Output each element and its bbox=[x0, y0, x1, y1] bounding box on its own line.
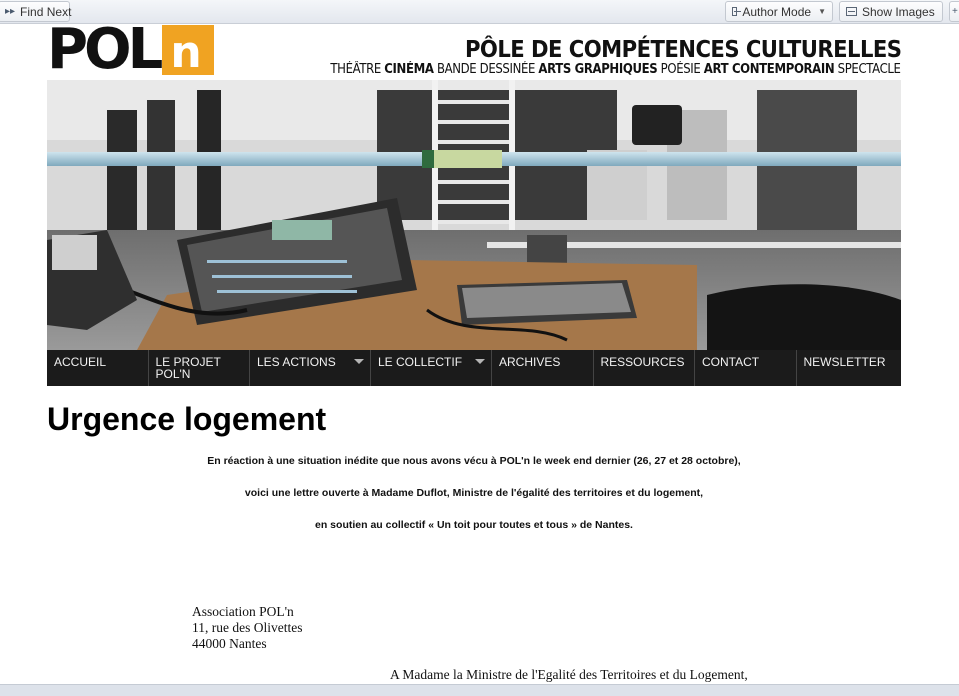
image-icon bbox=[846, 7, 857, 16]
chevron-down-icon: ▼ bbox=[818, 7, 826, 16]
discipline-item: ART CONTEMPORAIN bbox=[704, 62, 835, 77]
nav-item-le-projet[interactable]: LE PROJET POL'N bbox=[149, 350, 250, 386]
discipline-item: THÉÂTRE bbox=[330, 62, 382, 77]
plus-icon: + bbox=[952, 5, 958, 17]
nav-item-label: NEWSLETTER bbox=[803, 355, 886, 369]
nav-item-newsletter[interactable]: NEWSLETTER bbox=[797, 350, 899, 386]
author-mode-button[interactable]: Author Mode ▼ bbox=[725, 1, 833, 22]
site-logo[interactable]: POL n bbox=[47, 17, 215, 82]
main-nav: ACCUEIL LE PROJET POL'N LES ACTIONS LE C… bbox=[47, 350, 901, 386]
discipline-item: ARTS GRAPHIQUES bbox=[538, 62, 658, 77]
nav-item-label: ACCUEIL bbox=[54, 355, 107, 369]
nav-item-contact[interactable]: CONTACT bbox=[695, 350, 797, 386]
nav-item-ressources[interactable]: RESSOURCES bbox=[594, 350, 695, 386]
nav-item-label: LES ACTIONS bbox=[257, 355, 336, 369]
letter-recipient: A Madame la Ministre de l'Egalité des Te… bbox=[390, 667, 748, 682]
page-title: Urgence logement bbox=[47, 401, 327, 437]
intro-line: en soutien au collectif « Un toit pour t… bbox=[315, 519, 633, 531]
site-tagline: PÔLE DE COMPÉTENCES CULTURELLES bbox=[464, 37, 901, 63]
find-next-icon: ▸▸ bbox=[5, 5, 16, 17]
discipline-item: BANDE DESSINÉE bbox=[437, 62, 536, 77]
chevron-down-icon bbox=[354, 359, 364, 364]
author-mode-icon bbox=[732, 7, 742, 16]
logo-accent-letter: n bbox=[170, 27, 202, 78]
disciplines-line: THÉÂTRE CINÉMA BANDE DESSINÉE ARTS GRAPH… bbox=[330, 62, 902, 77]
discipline-item: POÉSIE bbox=[661, 62, 701, 77]
intro-line: voici une lettre ouverte à Madame Duflot… bbox=[244, 487, 704, 499]
show-images-button[interactable]: Show Images bbox=[839, 1, 943, 22]
nav-item-label: LE PROJET POL'N bbox=[155, 355, 221, 381]
nav-item-accueil[interactable]: ACCUEIL bbox=[47, 350, 149, 386]
discipline-item: SPECTACLE bbox=[838, 62, 901, 77]
sender-address-line: 44000 Nantes bbox=[192, 636, 267, 651]
nav-item-label: RESSOURCES bbox=[600, 355, 685, 369]
status-bar bbox=[0, 684, 959, 696]
nav-item-label: ARCHIVES bbox=[499, 355, 561, 369]
show-images-label: Show Images bbox=[862, 4, 935, 19]
sender-address-line: 11, rue des Olivettes bbox=[192, 620, 303, 635]
author-mode-label: Author Mode bbox=[742, 4, 812, 19]
nav-item-les-actions[interactable]: LES ACTIONS bbox=[250, 350, 371, 386]
discipline-item: CINÉMA bbox=[384, 62, 435, 77]
nav-item-label: LE COLLECTIF bbox=[378, 355, 463, 369]
intro-line: En réaction à une situation inédite que … bbox=[207, 455, 741, 467]
chevron-down-icon bbox=[475, 359, 485, 364]
nav-item-label: CONTACT bbox=[702, 355, 760, 369]
nav-item-le-collectif[interactable]: LE COLLECTIF bbox=[371, 350, 492, 386]
logo-text: POL bbox=[47, 17, 163, 82]
sender-address-line: Association POL'n bbox=[192, 604, 294, 619]
logo-accent-block: n bbox=[162, 25, 215, 78]
add-button[interactable]: + bbox=[949, 1, 959, 22]
nav-item-archives[interactable]: ARCHIVES bbox=[492, 350, 594, 386]
header-banner-photo bbox=[47, 80, 901, 350]
